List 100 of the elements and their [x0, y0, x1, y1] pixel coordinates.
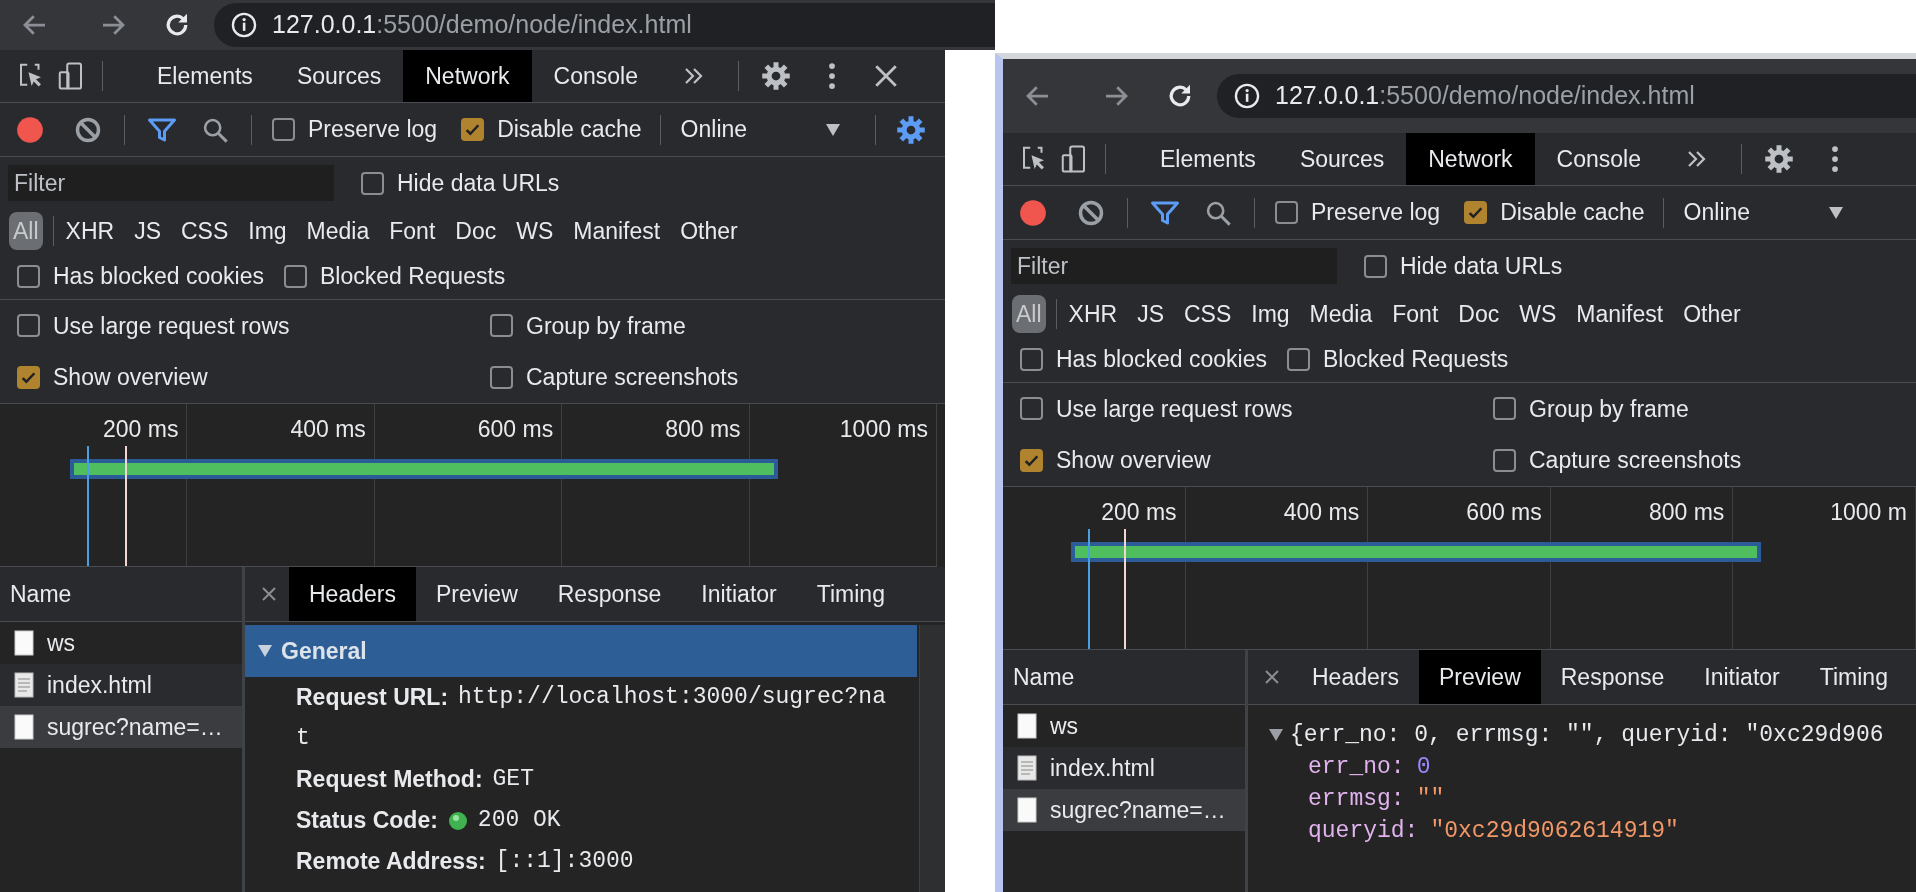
checkbox[interactable] — [490, 314, 513, 338]
checkbox[interactable] — [490, 365, 513, 389]
type-filter[interactable]: CSS — [1173, 294, 1242, 334]
timeline-tick-label: 600 ms — [1466, 499, 1542, 525]
checkbox[interactable] — [272, 118, 295, 141]
clear-icon[interactable] — [1077, 198, 1105, 227]
checkbox[interactable] — [1286, 347, 1310, 371]
checkbox-label: Disable cache — [1500, 198, 1645, 228]
header-value: [::1]:3000 — [495, 847, 634, 877]
type-filter[interactable]: Other — [670, 211, 748, 251]
detail-tab[interactable]: Initiator — [681, 567, 797, 621]
detail-tab[interactable]: Initiator — [1684, 650, 1800, 704]
detail-tab[interactable]: Headers — [1292, 650, 1419, 704]
checkbox-label: Use large request rows — [53, 311, 290, 341]
settings-icon[interactable] — [895, 114, 926, 145]
checkbox[interactable] — [1464, 201, 1488, 224]
info-icon[interactable] — [230, 11, 258, 39]
panel-tab[interactable]: Network — [1406, 133, 1535, 185]
type-filter[interactable]: Doc — [445, 211, 507, 251]
close-icon[interactable] — [1264, 669, 1280, 685]
detail-tab[interactable]: Response — [537, 567, 682, 621]
type-filter[interactable]: XHR — [55, 211, 125, 251]
type-filter[interactable]: XHR — [1058, 294, 1128, 334]
request-row[interactable]: index.html — [0, 664, 242, 706]
checkbox[interactable] — [361, 171, 384, 195]
panel-tab[interactable]: Elements — [135, 50, 275, 102]
checkbox[interactable] — [17, 314, 40, 338]
filter-input[interactable]: Filter — [8, 165, 334, 201]
menu-icon[interactable] — [827, 61, 837, 91]
type-filter[interactable]: JS — [124, 211, 171, 251]
panel-tab[interactable]: Console — [1534, 133, 1663, 185]
settings-icon[interactable] — [1764, 144, 1794, 174]
panel-tab[interactable]: Network — [403, 50, 532, 102]
panel-tab[interactable]: Elements — [1138, 133, 1278, 185]
checkbox[interactable] — [1364, 254, 1387, 278]
scrollbar[interactable] — [919, 625, 945, 892]
record-icon[interactable] — [16, 115, 44, 144]
checkbox[interactable] — [461, 118, 485, 141]
type-filter[interactable]: Img — [238, 211, 297, 251]
type-filter[interactable]: Font — [379, 211, 446, 251]
checkbox[interactable] — [1020, 397, 1043, 421]
property-value: 0 — [1416, 752, 1431, 782]
header-value: GET — [492, 765, 534, 795]
timeline-tick-label: 800 ms — [1648, 499, 1725, 525]
type-filter[interactable]: Media — [1299, 294, 1383, 334]
checkbox[interactable] — [17, 264, 40, 288]
type-filter[interactable]: Doc — [1448, 294, 1510, 334]
info-icon[interactable] — [1233, 82, 1261, 110]
address-bar[interactable]: 127.0.0.1:5500/demo/node/index.html — [1217, 74, 1916, 118]
throttling-dropdown[interactable]: Online — [1683, 195, 1844, 230]
panel-tab[interactable]: Sources — [1277, 133, 1407, 185]
checkbox[interactable] — [17, 365, 40, 389]
request-row[interactable]: sugrec?name=… — [1003, 789, 1245, 831]
expand-triangle-icon[interactable] — [257, 644, 273, 658]
checkbox-label: Hide data URLs — [397, 168, 560, 198]
type-filter[interactable]: CSS — [170, 211, 239, 251]
type-filter[interactable]: Other — [1673, 294, 1751, 334]
address-bar[interactable]: 127.0.0.1:5500/demo/node/index.html — [214, 3, 995, 47]
type-filter[interactable]: WS — [1509, 294, 1567, 334]
menu-icon[interactable] — [1830, 144, 1840, 174]
detail-tab[interactable]: Response — [1540, 650, 1685, 704]
checkbox[interactable] — [1493, 448, 1516, 472]
throttling-dropdown[interactable]: Online — [680, 112, 841, 147]
column-header[interactable]: Name — [10, 576, 72, 612]
header-value: http://localhost:3000/sugrec?na — [458, 683, 886, 713]
header-value: 200 OK — [477, 806, 561, 836]
expand-triangle-icon[interactable] — [1268, 728, 1284, 742]
close-icon[interactable] — [261, 586, 277, 602]
checkbox[interactable] — [1275, 201, 1298, 224]
panel-tab[interactable]: Sources — [274, 50, 404, 102]
request-row[interactable]: ws — [1003, 705, 1245, 747]
type-filter[interactable]: Manifest — [563, 211, 671, 251]
record-icon[interactable] — [1019, 198, 1047, 227]
type-filter[interactable]: Font — [1382, 294, 1449, 334]
preview-summary: {err_no: 0, errmsg: "", queryid: "0xc29d906 — [1290, 720, 1884, 750]
checkbox[interactable] — [1020, 448, 1043, 472]
clear-icon[interactable] — [74, 115, 102, 144]
section-header[interactable]: General — [245, 625, 917, 677]
settings-icon[interactable] — [761, 61, 791, 91]
request-row[interactable]: sugrec?name=… — [0, 706, 242, 748]
request-row[interactable]: index.html — [1003, 747, 1245, 789]
detail-tab[interactable]: Headers — [289, 567, 416, 621]
type-filter[interactable]: Media — [296, 211, 380, 251]
type-filter[interactable]: Manifest — [1566, 294, 1674, 334]
panel-tab[interactable]: Console — [531, 50, 660, 102]
close-icon[interactable] — [873, 63, 899, 89]
timeline-tick-label: 200 ms — [1101, 499, 1177, 525]
checkbox[interactable] — [283, 264, 307, 288]
detail-tab[interactable]: Timing — [1799, 650, 1908, 704]
type-filter[interactable]: WS — [506, 211, 564, 251]
type-filter[interactable]: JS — [1127, 294, 1174, 334]
detail-tab[interactable]: Preview — [1418, 650, 1541, 704]
checkbox[interactable] — [1493, 397, 1516, 421]
detail-tab[interactable]: Preview — [415, 567, 538, 621]
filter-input[interactable]: Filter — [1011, 248, 1337, 284]
detail-tab[interactable]: Timing — [796, 567, 905, 621]
column-header[interactable]: Name — [1013, 659, 1075, 695]
checkbox[interactable] — [1020, 347, 1043, 371]
request-row[interactable]: ws — [0, 622, 242, 664]
type-filter[interactable]: Img — [1241, 294, 1300, 334]
